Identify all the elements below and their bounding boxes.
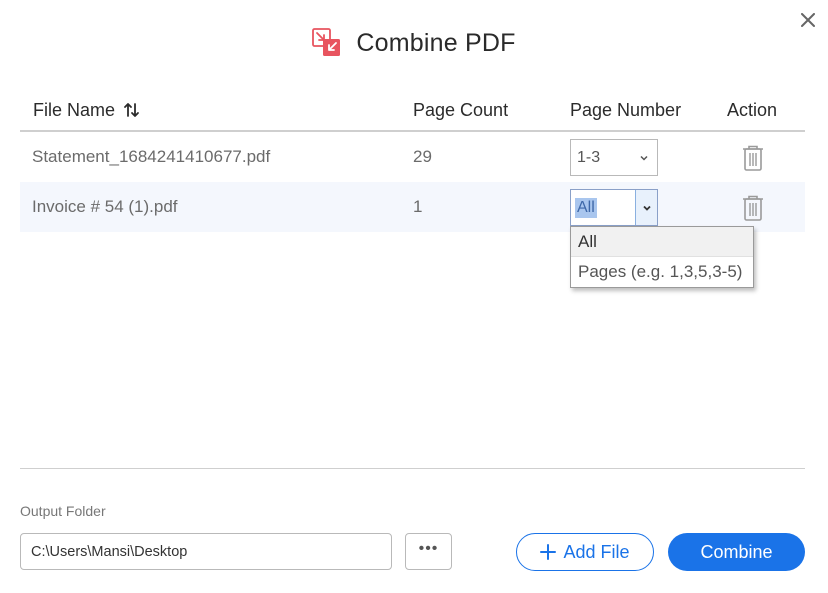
trash-icon[interactable] [740,194,766,222]
more-icon: ••• [418,539,439,557]
page-number-value: All [575,197,597,218]
combine-button[interactable]: Combine [668,533,805,571]
page-number-value: 1-3 [577,148,601,166]
header-file-name[interactable]: File Name [33,88,141,132]
divider [20,468,805,469]
header-action: Action [727,99,778,120]
add-file-button[interactable]: Add File [516,533,654,571]
header-page-count: Page Count [413,99,509,120]
browse-folder-button[interactable]: ••• [405,533,452,570]
sort-icon[interactable] [123,101,141,119]
chevron-down-icon [640,155,648,161]
chevron-down-icon [642,205,651,211]
row-page-count: 29 [413,147,432,166]
dropdown-option-pages[interactable]: Pages (e.g. 1,3,5,3-5) [571,257,753,287]
output-folder-label: Output Folder [20,503,106,519]
add-file-label: Add File [563,541,630,562]
page-number-select[interactable]: 1-3 [570,139,658,176]
table-row: Invoice # 54 (1).pdf 1 All [20,182,805,232]
table-row: Statement_1684241410677.pdf 29 1-3 [20,132,805,182]
header-page-number: Page Number [570,99,682,120]
dropdown-toggle[interactable] [635,190,657,225]
row-file-name: Invoice # 54 (1).pdf [32,197,178,216]
page-number-dropdown: All Pages (e.g. 1,3,5,3-5) [570,226,754,288]
dialog-title: Combine PDF [356,28,516,57]
table-header: File Name Page Count Page Number Action [20,88,805,132]
row-page-count: 1 [413,197,423,216]
trash-icon[interactable] [740,144,766,172]
page-number-select[interactable]: All [570,189,658,226]
dropdown-option-all[interactable]: All [571,227,753,257]
combine-pdf-icon [312,28,341,56]
plus-icon [540,544,557,560]
output-folder-input[interactable] [20,533,392,570]
file-table: File Name Page Count Page Number Action … [20,88,805,232]
row-file-name: Statement_1684241410677.pdf [32,147,271,166]
header-file-name-label: File Name [33,99,116,120]
dialog-header: Combine PDF [0,22,828,64]
